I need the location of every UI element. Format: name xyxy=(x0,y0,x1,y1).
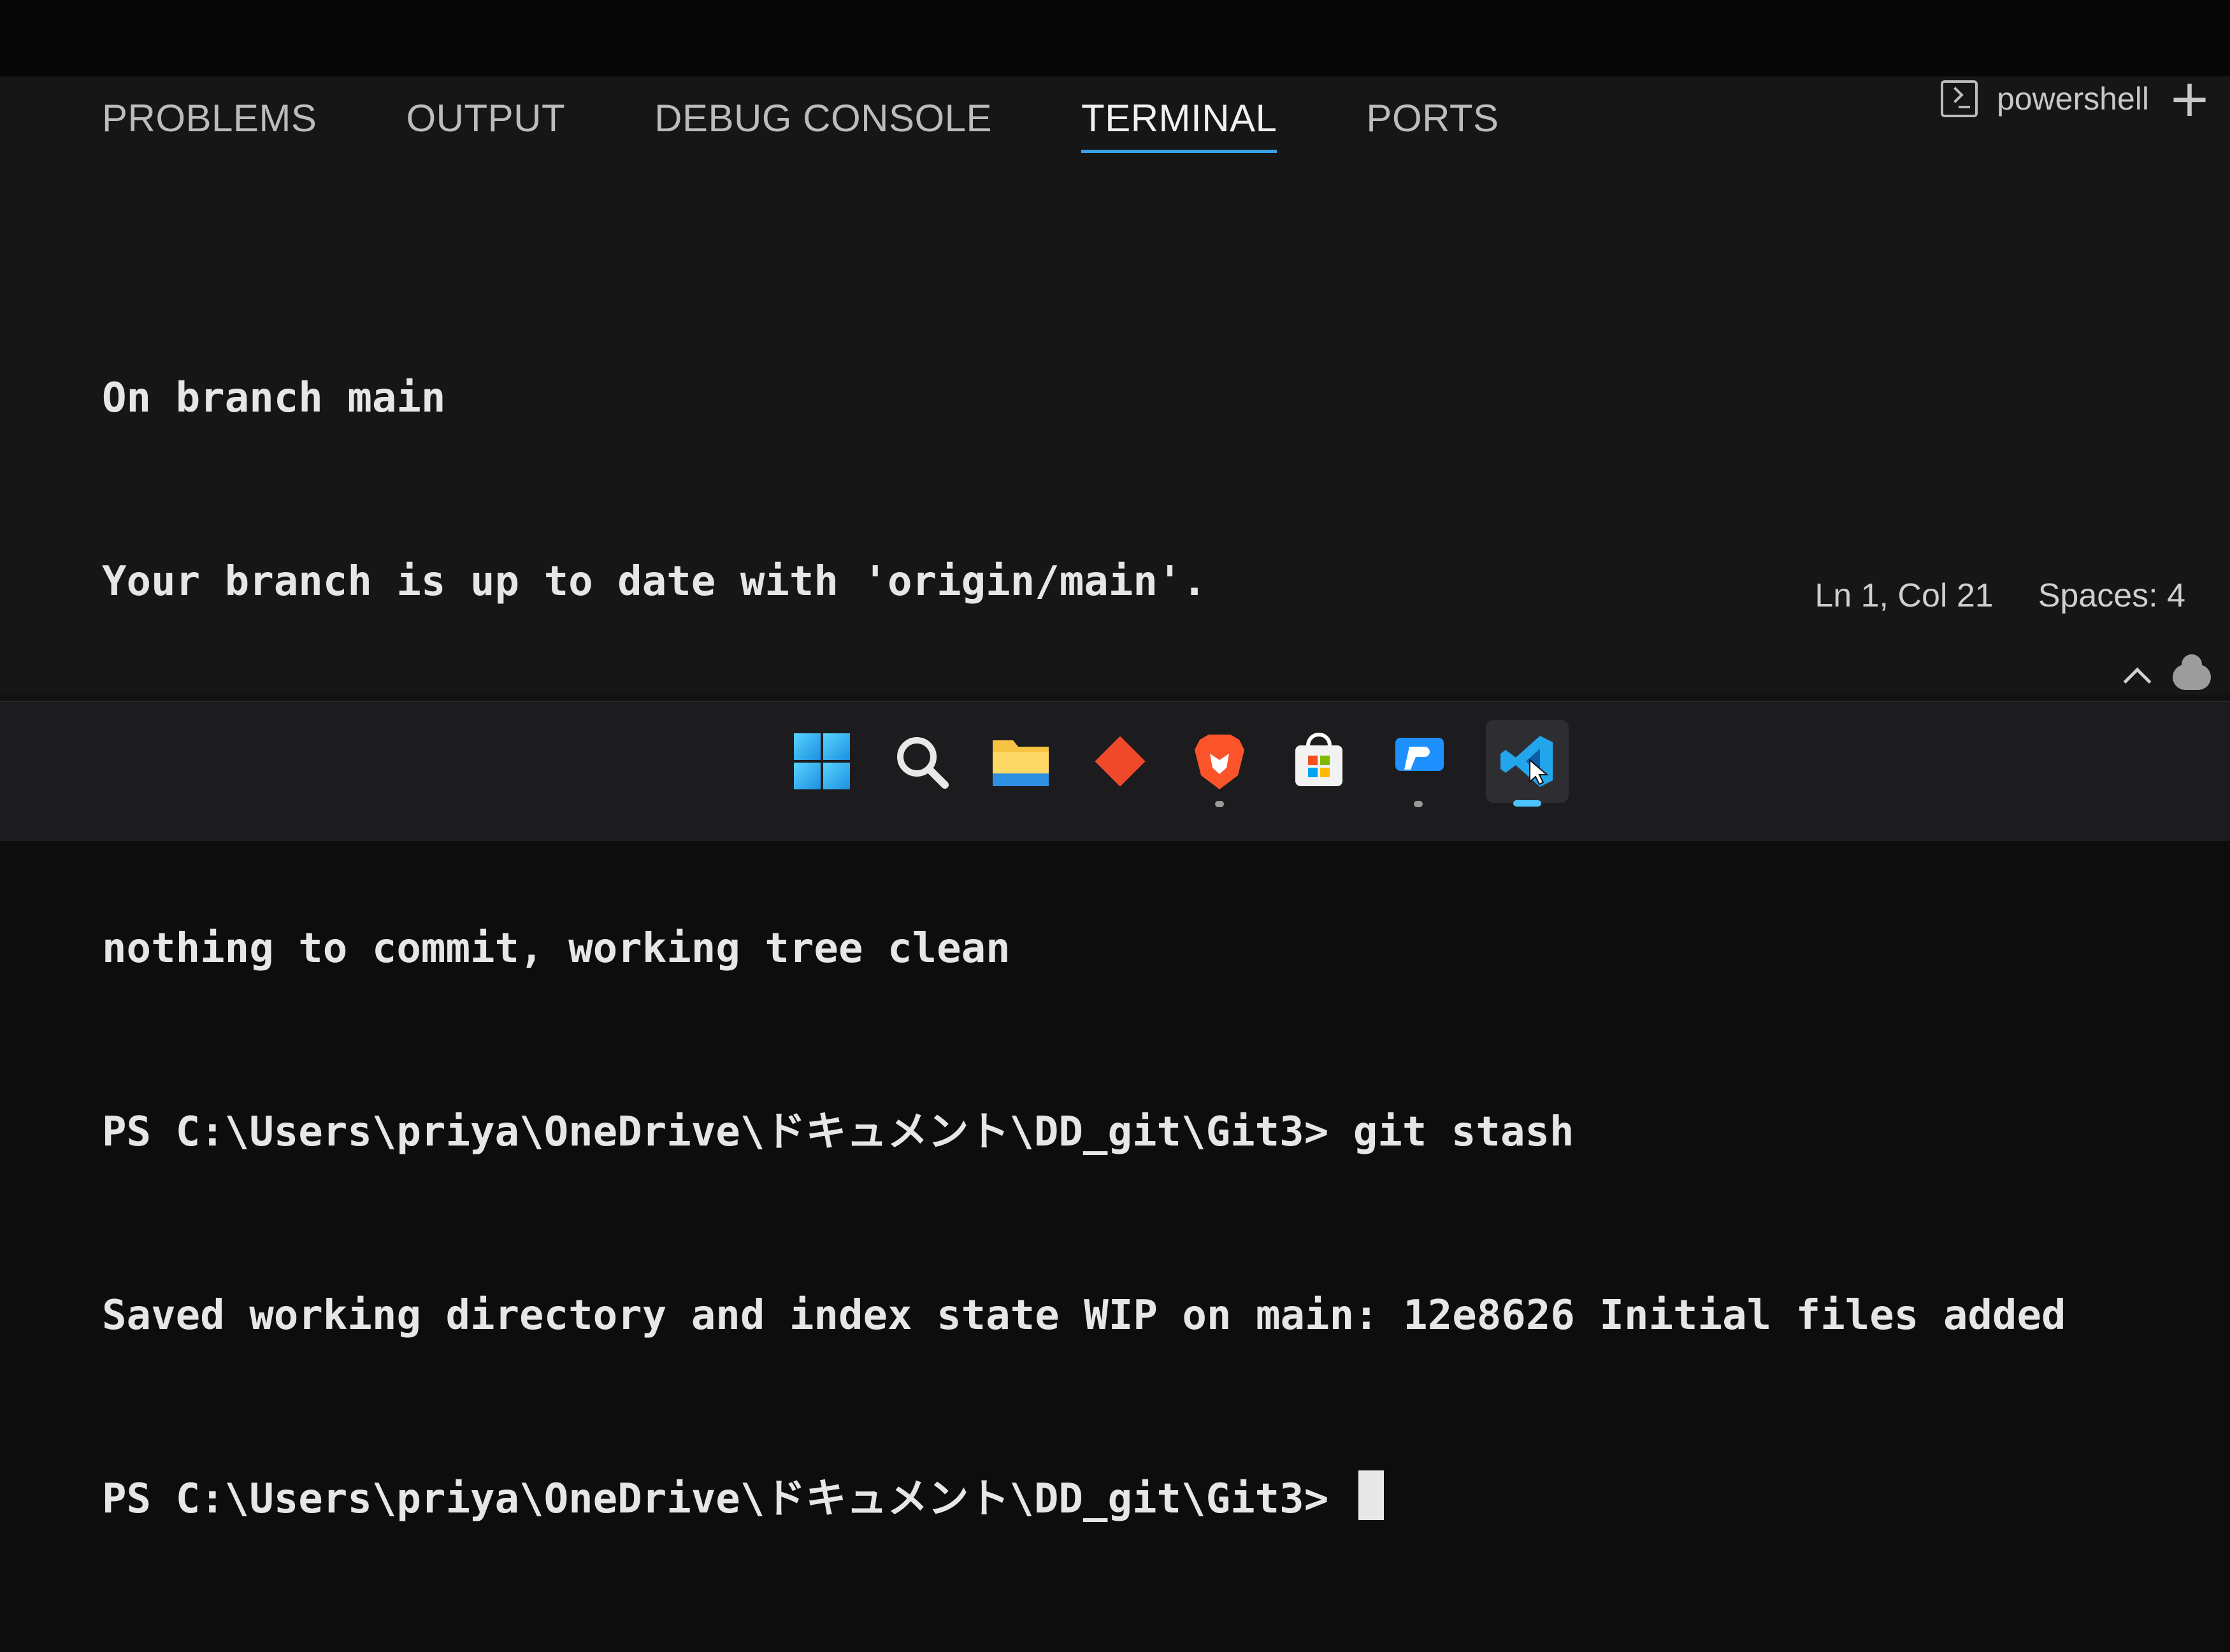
tab-ports[interactable]: PORTS xyxy=(1366,96,1499,153)
tab-debug-console[interactable]: DEBUG CONSOLE xyxy=(654,96,992,153)
terminal-cursor xyxy=(1358,1470,1384,1520)
running-indicator xyxy=(1215,801,1224,807)
file-explorer-icon[interactable] xyxy=(989,729,1053,793)
running-indicator xyxy=(1414,801,1423,807)
tab-output[interactable]: OUTPUT xyxy=(406,96,565,153)
terminal-line: PS C:\Users\priya\OneDrive\ドキュメント\DD_git… xyxy=(102,1109,1574,1156)
shell-selector[interactable]: powershell xyxy=(1997,80,2149,117)
git-app-icon[interactable] xyxy=(1088,729,1152,793)
terminal-output[interactable]: On branch main Your branch is up to date… xyxy=(102,245,2141,1652)
panel-actions: powershell + xyxy=(1940,70,2211,127)
tab-problems[interactable]: PROBLEMS xyxy=(102,96,317,153)
windows-start-icon[interactable] xyxy=(790,729,854,793)
vscode-icon[interactable] xyxy=(1486,720,1569,807)
terminal-line: On branch main xyxy=(102,375,446,422)
taskbar-icons xyxy=(790,720,1569,807)
terminal-shell-icon[interactable] xyxy=(1940,80,1978,117)
screen: PROBLEMS OUTPUT DEBUG CONSOLE TERMINAL P… xyxy=(0,0,2230,1523)
chevron-up-icon[interactable] xyxy=(2123,667,2152,696)
cursor-position-status[interactable]: Ln 1, Col 21 xyxy=(1815,577,1993,615)
terminal-line: Saved working directory and index state … xyxy=(102,1292,2066,1339)
indentation-status[interactable]: Spaces: 4 xyxy=(2038,577,2185,615)
status-bar-right: Ln 1, Col 21 Spaces: 4 xyxy=(1815,577,2185,615)
onedrive-cloud-icon[interactable] xyxy=(2173,654,2211,690)
editor-area-edge xyxy=(0,0,2230,76)
microsoft-store-icon[interactable] xyxy=(1287,729,1351,793)
terminal-prompt-line: PS C:\Users\priya\OneDrive\ドキュメント\DD_git… xyxy=(102,1469,2141,1530)
terminal-prompt: PS C:\Users\priya\OneDrive\ドキュメント\DD_git… xyxy=(102,1476,1353,1523)
panel-tabs: PROBLEMS OUTPUT DEBUG CONSOLE TERMINAL P… xyxy=(102,89,1588,159)
active-app-indicator xyxy=(1513,800,1541,807)
system-tray xyxy=(2123,654,2211,696)
search-icon[interactable] xyxy=(889,729,953,793)
terminal-line: nothing to commit, working tree clean xyxy=(102,925,1011,972)
tab-terminal[interactable]: TERMINAL xyxy=(1081,96,1277,153)
new-terminal-button[interactable]: + xyxy=(2168,73,2211,124)
brave-browser-icon[interactable] xyxy=(1188,729,1251,807)
remote-desktop-icon[interactable] xyxy=(1386,729,1450,807)
